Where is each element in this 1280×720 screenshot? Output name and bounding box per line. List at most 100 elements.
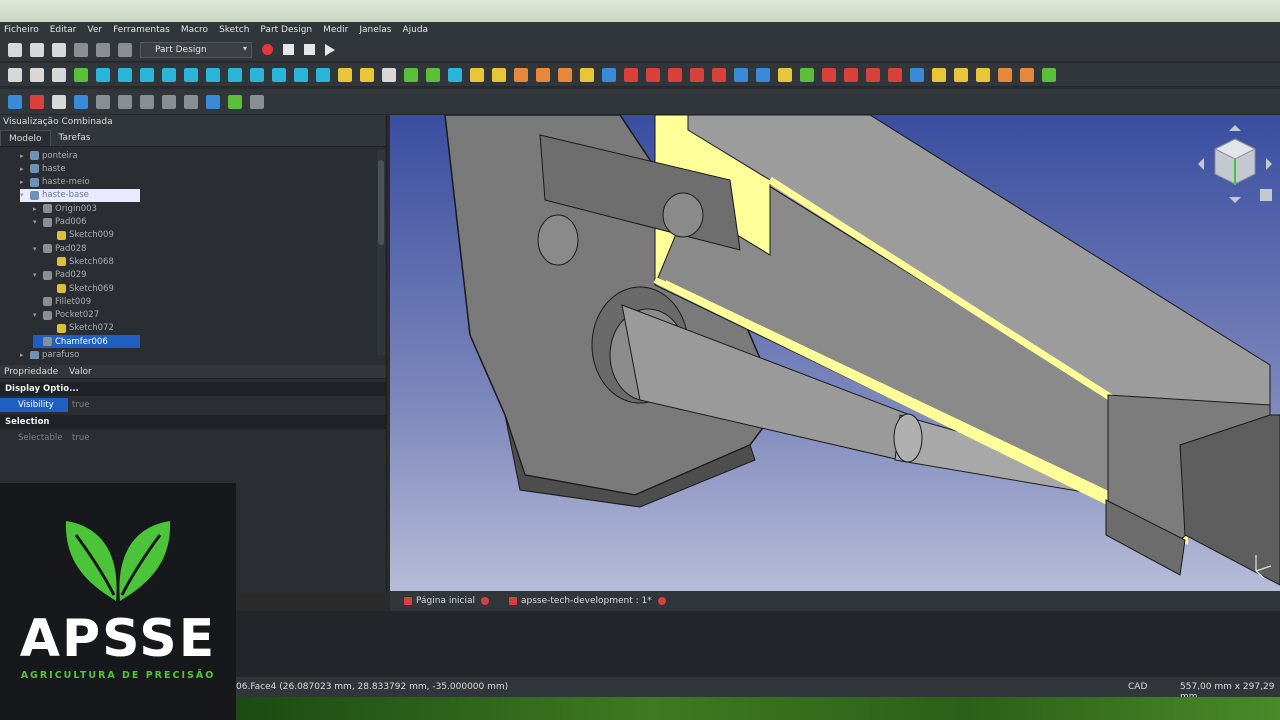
menu-file[interactable]: Ficheiro <box>4 25 39 35</box>
link-actions-icon[interactable] <box>426 67 440 82</box>
record-macro-icon[interactable] <box>262 44 273 55</box>
undo-icon[interactable] <box>74 42 88 57</box>
expand-arrow-icon[interactable]: ▸ <box>20 152 30 160</box>
expand-arrow-icon[interactable]: ▸ <box>20 165 30 173</box>
sweep-icon[interactable] <box>712 67 726 82</box>
bounding-box-icon[interactable] <box>74 67 88 82</box>
shape-binder-small-icon[interactable] <box>228 94 242 109</box>
menu-edit[interactable]: Editar <box>50 25 77 35</box>
tree-item-sketch069[interactable]: Sketch069 <box>47 282 140 295</box>
edit-sketch-icon[interactable] <box>30 94 44 109</box>
subtractive-box-icon[interactable] <box>954 67 968 82</box>
tree-item-haste-meio[interactable]: ▸ haste-meio <box>20 176 140 189</box>
expand-arrow-icon[interactable]: ▸ <box>20 351 30 359</box>
tree-item-chamfer006[interactable]: Chamfer006 <box>33 335 140 349</box>
tree-item-pad028[interactable]: ▾ Pad028 <box>33 242 140 255</box>
tree-item-pad006[interactable]: ▾ Pad006 <box>33 216 140 229</box>
validate-sketch-icon[interactable] <box>74 94 88 109</box>
new-sketch-icon[interactable] <box>8 94 22 109</box>
open-file-icon[interactable] <box>30 42 44 57</box>
datum-point-small-icon[interactable] <box>118 94 132 109</box>
tree-item-fillet009[interactable]: Fillet009 <box>33 295 140 308</box>
hole-icon[interactable] <box>624 67 638 82</box>
property-group-display[interactable]: Display Optio... <box>0 382 386 396</box>
additive-box-icon[interactable] <box>932 67 946 82</box>
sub-shape-binder-icon[interactable] <box>536 67 550 82</box>
additive-cylinder-icon[interactable] <box>976 67 990 82</box>
stop-macro-icon[interactable] <box>283 44 294 55</box>
revolution-icon[interactable] <box>668 67 682 82</box>
menu-macro[interactable]: Macro <box>181 25 208 35</box>
3d-model-render[interactable] <box>390 115 1280 591</box>
thickness-icon[interactable] <box>888 67 902 82</box>
datum-line-icon[interactable] <box>140 94 154 109</box>
fit-all-icon[interactable] <box>8 67 22 82</box>
tree-item-pad029[interactable]: ▾ Pad029 <box>33 269 140 282</box>
part-icon[interactable] <box>360 67 374 82</box>
group-icon[interactable] <box>382 67 396 82</box>
sprocket-icon[interactable] <box>1042 67 1056 82</box>
menu-tools[interactable]: Ferramentas <box>113 25 170 35</box>
fit-selection-icon[interactable] <box>30 67 44 82</box>
draft-icon[interactable] <box>866 67 880 82</box>
link-icon[interactable] <box>140 67 154 82</box>
body-feature-icon[interactable] <box>206 94 220 109</box>
menu-help[interactable]: Ajuda <box>402 25 428 35</box>
new-file-icon[interactable] <box>8 42 22 57</box>
menu-measure[interactable]: Medir <box>323 25 348 35</box>
expand-arrow-icon[interactable]: ▸ <box>33 205 43 213</box>
macros-icon[interactable] <box>304 44 315 55</box>
right-view-icon[interactable] <box>250 67 264 82</box>
tree-item-sketch068[interactable]: Sketch068 <box>47 255 140 268</box>
local-cs-icon[interactable] <box>184 94 198 109</box>
menu-sketch[interactable]: Sketch <box>219 25 249 35</box>
tree-item-sketch072[interactable]: Sketch072 <box>47 322 140 335</box>
property-value[interactable]: true <box>68 431 89 445</box>
refresh-icon[interactable] <box>118 42 132 57</box>
zoom-icon[interactable] <box>162 67 176 82</box>
menu-part-design[interactable]: Part Design <box>260 25 312 35</box>
tree-item-pocket027[interactable]: ▾ Pocket027 <box>33 309 140 322</box>
save-icon[interactable] <box>52 42 66 57</box>
property-column-header[interactable]: Propriedade <box>0 365 65 378</box>
workbench-selector[interactable]: Part Design <box>140 41 252 58</box>
run-macro-icon[interactable] <box>325 43 335 56</box>
expand-arrow-icon[interactable]: ▾ <box>20 191 30 199</box>
tab-model[interactable]: Modelo <box>0 130 51 146</box>
nav-cube-arrow-up-icon[interactable] <box>1229 125 1241 131</box>
close-tab-icon[interactable] <box>657 597 666 605</box>
tab-document[interactable]: apsse-tech-development : 1* <box>501 594 674 608</box>
tree-item-sketch009[interactable]: Sketch009 <box>47 229 140 242</box>
datum-plane-icon[interactable] <box>162 94 176 109</box>
expand-arrow-icon[interactable]: ▸ <box>20 178 30 186</box>
create-body-icon[interactable] <box>470 67 484 82</box>
datum-point-icon[interactable] <box>558 67 572 82</box>
measure-icon[interactable] <box>338 67 352 82</box>
clone-small-icon[interactable] <box>250 94 264 109</box>
menu-windows[interactable]: Janelas <box>359 25 391 35</box>
tree-scroll-thumb[interactable] <box>378 160 384 245</box>
subtractive-cylinder-icon[interactable] <box>998 67 1012 82</box>
fillet-icon[interactable] <box>822 67 836 82</box>
migrate-icon[interactable] <box>1020 67 1034 82</box>
loft-icon[interactable] <box>690 67 704 82</box>
back-icon[interactable] <box>96 67 110 82</box>
linear-pattern-icon[interactable] <box>756 67 770 82</box>
menu-view[interactable]: Ver <box>87 25 102 35</box>
whats-this-icon[interactable] <box>448 67 462 82</box>
draw-style-icon[interactable] <box>52 67 66 82</box>
boolean-icon[interactable] <box>910 67 924 82</box>
tree-item-ponteira[interactable]: ▸ ponteira <box>20 149 140 162</box>
property-row-visibility[interactable]: Visibility true <box>0 398 386 412</box>
close-tab-icon[interactable] <box>481 597 490 605</box>
clone-icon[interactable] <box>514 67 528 82</box>
left-view-icon[interactable] <box>316 67 330 82</box>
navigation-style-selector[interactable]: CAD <box>1128 682 1147 692</box>
tab-start-page[interactable]: Página inicial <box>396 594 497 608</box>
top-view-icon[interactable] <box>228 67 242 82</box>
navigation-cube[interactable] <box>1190 119 1280 209</box>
multitransform-icon[interactable] <box>800 67 814 82</box>
expand-arrow-icon[interactable]: ▾ <box>33 245 43 253</box>
expand-arrow-icon[interactable]: ▾ <box>33 311 43 319</box>
pocket-icon[interactable] <box>602 67 616 82</box>
